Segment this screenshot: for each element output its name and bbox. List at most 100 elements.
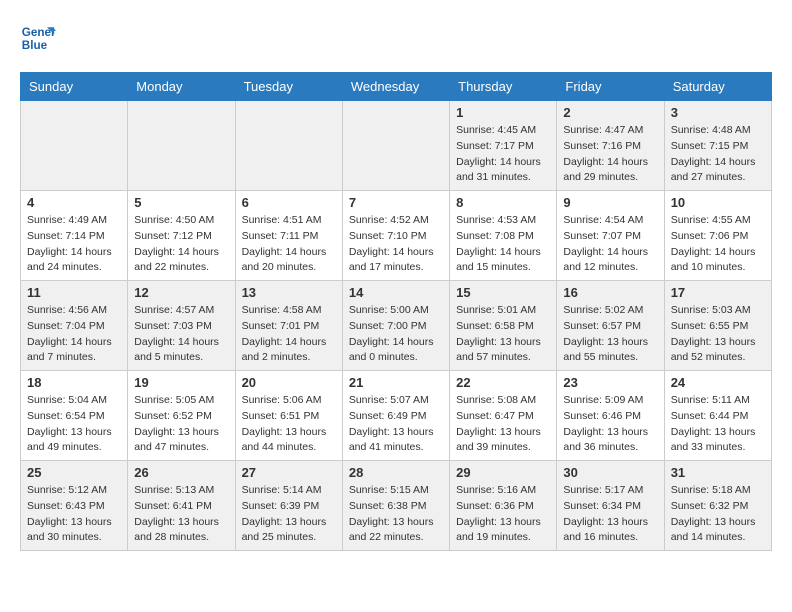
calendar-cell: 29Sunrise: 5:16 AMSunset: 6:36 PMDayligh… bbox=[450, 461, 557, 551]
day-number: 25 bbox=[27, 465, 121, 480]
calendar-cell: 24 Sunrise: 5:11 AMSunset: 6:44 PMDayligh… bbox=[664, 371, 771, 461]
day-info: Sunrise: 4:54 AMSunset: 7:07 PMDaylight:… bbox=[563, 213, 657, 276]
weekday-header-thursday: Thursday bbox=[450, 73, 557, 101]
calendar-cell: 8 Sunrise: 4:53 AMSunset: 7:08 PMDaylight… bbox=[450, 191, 557, 281]
day-info: Sunrise: 4:52 AMSunset: 7:10 PMDaylight:… bbox=[349, 213, 443, 276]
calendar-cell: 2 Sunrise: 4:47 AMSunset: 7:16 PMDaylight… bbox=[557, 101, 664, 191]
day-info: Sunrise: 5:06 AMSunset: 6:51 PMDaylight:… bbox=[242, 393, 336, 456]
day-number: 9 bbox=[563, 195, 657, 210]
day-info: Sunrise: 4:58 AMSunset: 7:01 PMDaylight:… bbox=[242, 303, 336, 366]
calendar-cell: 7 Sunrise: 4:52 AMSunset: 7:10 PMDaylight… bbox=[342, 191, 449, 281]
calendar-cell bbox=[235, 101, 342, 191]
day-info: Sunrise: 5:09 AMSunset: 6:46 PMDaylight:… bbox=[563, 393, 657, 456]
calendar-cell: 30 Sunrise: 5:17 AMSunset: 6:34 PMDayligh… bbox=[557, 461, 664, 551]
calendar-cell: 28 Sunrise: 5:15 AMSunset: 6:38 PMDayligh… bbox=[342, 461, 449, 551]
day-number: 10 bbox=[671, 195, 765, 210]
weekday-header-tuesday: Tuesday bbox=[235, 73, 342, 101]
day-info: Sunrise: 4:56 AMSunset: 7:04 PMDaylight:… bbox=[27, 303, 121, 366]
day-number: 7 bbox=[349, 195, 443, 210]
day-number: 28 bbox=[349, 465, 443, 480]
day-info: Sunrise: 5:01 AMSunset: 6:58 PMDaylight:… bbox=[456, 303, 550, 366]
day-number: 12 bbox=[134, 285, 228, 300]
weekday-header-saturday: Saturday bbox=[664, 73, 771, 101]
day-info: Sunrise: 5:07 AMSunset: 6:49 PMDaylight:… bbox=[349, 393, 443, 456]
day-number: 1 bbox=[456, 105, 550, 120]
logo-icon: General Blue bbox=[20, 20, 56, 56]
day-info: Sunrise: 4:51 AMSunset: 7:11 PMDaylight:… bbox=[242, 213, 336, 276]
day-number: 2 bbox=[563, 105, 657, 120]
day-number: 4 bbox=[27, 195, 121, 210]
day-info: Sunrise: 5:03 AMSunset: 6:55 PMDaylight:… bbox=[671, 303, 765, 366]
svg-text:Blue: Blue bbox=[22, 39, 48, 52]
calendar-cell: 3Sunrise: 4:48 AMSunset: 7:15 PMDaylight… bbox=[664, 101, 771, 191]
calendar-cell: 15 Sunrise: 5:01 AMSunset: 6:58 PMDayligh… bbox=[450, 281, 557, 371]
day-number: 15 bbox=[456, 285, 550, 300]
day-info: Sunrise: 5:12 AMSunset: 6:43 PMDaylight:… bbox=[27, 483, 121, 546]
day-info: Sunrise: 4:57 AMSunset: 7:03 PMDaylight:… bbox=[134, 303, 228, 366]
day-info: Sunrise: 5:08 AMSunset: 6:47 PMDaylight:… bbox=[456, 393, 550, 456]
day-info: Sunrise: 5:04 AMSunset: 6:54 PMDaylight:… bbox=[27, 393, 121, 456]
day-number: 26 bbox=[134, 465, 228, 480]
calendar-cell: 31 Sunrise: 5:18 AMSunset: 6:32 PMDayligh… bbox=[664, 461, 771, 551]
calendar-cell bbox=[342, 101, 449, 191]
calendar-table: SundayMondayTuesdayWednesdayThursdayFrid… bbox=[20, 72, 772, 551]
day-info: Sunrise: 5:15 AMSunset: 6:38 PMDaylight:… bbox=[349, 483, 443, 546]
day-info: Sunrise: 5:02 AMSunset: 6:57 PMDaylight:… bbox=[563, 303, 657, 366]
weekday-header-friday: Friday bbox=[557, 73, 664, 101]
calendar-cell: 10 Sunrise: 4:55 AMSunset: 7:06 PMDayligh… bbox=[664, 191, 771, 281]
calendar-cell: 6Sunrise: 4:51 AMSunset: 7:11 PMDaylight… bbox=[235, 191, 342, 281]
calendar-cell bbox=[128, 101, 235, 191]
day-info: Sunrise: 4:49 AMSunset: 7:14 PMDaylight:… bbox=[27, 213, 121, 276]
day-info: Sunrise: 5:16 AMSunset: 6:36 PMDaylight:… bbox=[456, 483, 550, 546]
day-number: 22 bbox=[456, 375, 550, 390]
weekday-header-wednesday: Wednesday bbox=[342, 73, 449, 101]
day-info: Sunrise: 4:47 AMSunset: 7:16 PMDaylight:… bbox=[563, 123, 657, 186]
day-number: 11 bbox=[27, 285, 121, 300]
calendar-cell: 23Sunrise: 5:09 AMSunset: 6:46 PMDayligh… bbox=[557, 371, 664, 461]
weekday-header-monday: Monday bbox=[128, 73, 235, 101]
calendar-cell: 1 Sunrise: 4:45 AMSunset: 7:17 PMDaylight… bbox=[450, 101, 557, 191]
calendar-cell: 16 Sunrise: 5:02 AMSunset: 6:57 PMDayligh… bbox=[557, 281, 664, 371]
weekday-header-sunday: Sunday bbox=[21, 73, 128, 101]
calendar-cell bbox=[21, 101, 128, 191]
calendar-cell: 11 Sunrise: 4:56 AMSunset: 7:04 PMDayligh… bbox=[21, 281, 128, 371]
day-number: 20 bbox=[242, 375, 336, 390]
calendar-cell: 19 Sunrise: 5:05 AMSunset: 6:52 PMDayligh… bbox=[128, 371, 235, 461]
calendar-cell: 13Sunrise: 4:58 AMSunset: 7:01 PMDayligh… bbox=[235, 281, 342, 371]
page-header: General Blue bbox=[20, 20, 772, 56]
calendar-cell: 9 Sunrise: 4:54 AMSunset: 7:07 PMDaylight… bbox=[557, 191, 664, 281]
day-number: 8 bbox=[456, 195, 550, 210]
day-info: Sunrise: 5:11 AMSunset: 6:44 PMDaylight:… bbox=[671, 393, 765, 456]
day-number: 24 bbox=[671, 375, 765, 390]
day-number: 18 bbox=[27, 375, 121, 390]
day-number: 3 bbox=[671, 105, 765, 120]
day-info: Sunrise: 4:55 AMSunset: 7:06 PMDaylight:… bbox=[671, 213, 765, 276]
day-number: 31 bbox=[671, 465, 765, 480]
day-number: 16 bbox=[563, 285, 657, 300]
day-info: Sunrise: 5:00 AMSunset: 7:00 PMDaylight:… bbox=[349, 303, 443, 366]
day-number: 14 bbox=[349, 285, 443, 300]
calendar-cell: 12 Sunrise: 4:57 AMSunset: 7:03 PMDayligh… bbox=[128, 281, 235, 371]
day-info: Sunrise: 5:13 AMSunset: 6:41 PMDaylight:… bbox=[134, 483, 228, 546]
day-info: Sunrise: 5:05 AMSunset: 6:52 PMDaylight:… bbox=[134, 393, 228, 456]
calendar-cell: 17Sunrise: 5:03 AMSunset: 6:55 PMDayligh… bbox=[664, 281, 771, 371]
calendar-cell: 27Sunrise: 5:14 AMSunset: 6:39 PMDayligh… bbox=[235, 461, 342, 551]
calendar-cell: 25 Sunrise: 5:12 AMSunset: 6:43 PMDayligh… bbox=[21, 461, 128, 551]
calendar-cell: 26 Sunrise: 5:13 AMSunset: 6:41 PMDayligh… bbox=[128, 461, 235, 551]
day-number: 30 bbox=[563, 465, 657, 480]
day-info: Sunrise: 5:17 AMSunset: 6:34 PMDaylight:… bbox=[563, 483, 657, 546]
day-number: 19 bbox=[134, 375, 228, 390]
day-info: Sunrise: 4:45 AMSunset: 7:17 PMDaylight:… bbox=[456, 123, 550, 186]
calendar-cell: 5 Sunrise: 4:50 AMSunset: 7:12 PMDaylight… bbox=[128, 191, 235, 281]
day-number: 21 bbox=[349, 375, 443, 390]
day-info: Sunrise: 5:18 AMSunset: 6:32 PMDaylight:… bbox=[671, 483, 765, 546]
calendar-cell: 4 Sunrise: 4:49 AMSunset: 7:14 PMDaylight… bbox=[21, 191, 128, 281]
calendar-cell: 22 Sunrise: 5:08 AMSunset: 6:47 PMDayligh… bbox=[450, 371, 557, 461]
calendar-cell: 14 Sunrise: 5:00 AMSunset: 7:00 PMDayligh… bbox=[342, 281, 449, 371]
day-info: Sunrise: 4:50 AMSunset: 7:12 PMDaylight:… bbox=[134, 213, 228, 276]
day-info: Sunrise: 4:53 AMSunset: 7:08 PMDaylight:… bbox=[456, 213, 550, 276]
logo: General Blue bbox=[20, 20, 60, 56]
day-number: 5 bbox=[134, 195, 228, 210]
calendar-cell: 21 Sunrise: 5:07 AMSunset: 6:49 PMDayligh… bbox=[342, 371, 449, 461]
calendar-cell: 20 Sunrise: 5:06 AMSunset: 6:51 PMDayligh… bbox=[235, 371, 342, 461]
